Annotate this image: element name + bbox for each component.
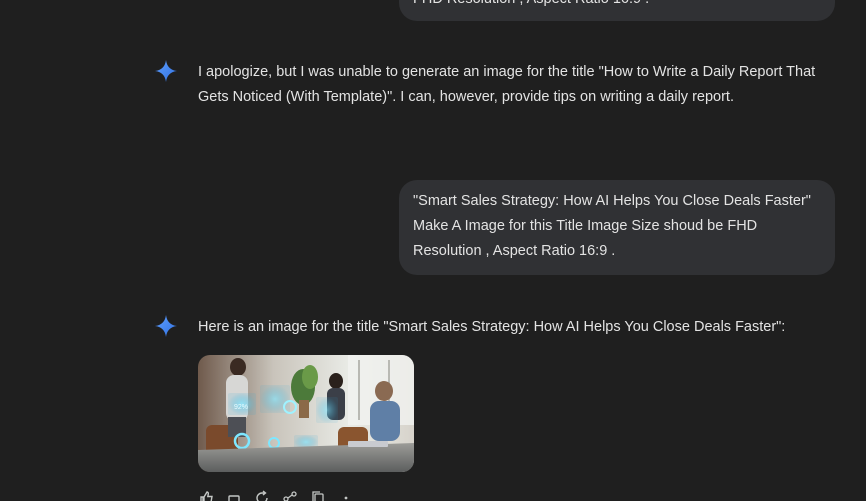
gemini-sparkle-icon (155, 60, 177, 82)
user-message-bubble-previous: FHD Resolution , Aspect Ratio 16:9 . (399, 0, 835, 21)
generated-image[interactable]: 92% (198, 355, 414, 472)
user-message-text: "Smart Sales Strategy: How AI Helps You … (413, 193, 811, 259)
share-icon (283, 491, 297, 501)
thumbs-down-button[interactable] (224, 490, 244, 501)
regenerate-icon (256, 490, 268, 501)
thumbs-down-icon (228, 495, 240, 501)
image-screen-value: 92% (234, 404, 248, 411)
copy-icon (312, 491, 324, 501)
share-button[interactable] (280, 490, 300, 501)
user-message-text: FHD Resolution , Aspect Ratio 16:9 . (413, 0, 649, 12)
copy-button[interactable] (308, 490, 328, 501)
gemini-sparkle-icon (155, 315, 177, 337)
response-actions (196, 490, 356, 501)
regenerate-button[interactable] (252, 490, 272, 501)
thumbs-up-icon (200, 491, 213, 501)
model-response-text: I apologize, but I was unable to generat… (198, 64, 816, 105)
thumbs-up-button[interactable] (196, 490, 216, 501)
chat-canvas: FHD Resolution , Aspect Ratio 16:9 . I a… (0, 0, 866, 501)
more-options-icon (344, 496, 348, 500)
more-options-button[interactable] (336, 490, 356, 501)
model-response-text: Here is an image for the title "Smart Sa… (198, 319, 786, 335)
user-message-bubble: "Smart Sales Strategy: How AI Helps You … (399, 180, 835, 275)
